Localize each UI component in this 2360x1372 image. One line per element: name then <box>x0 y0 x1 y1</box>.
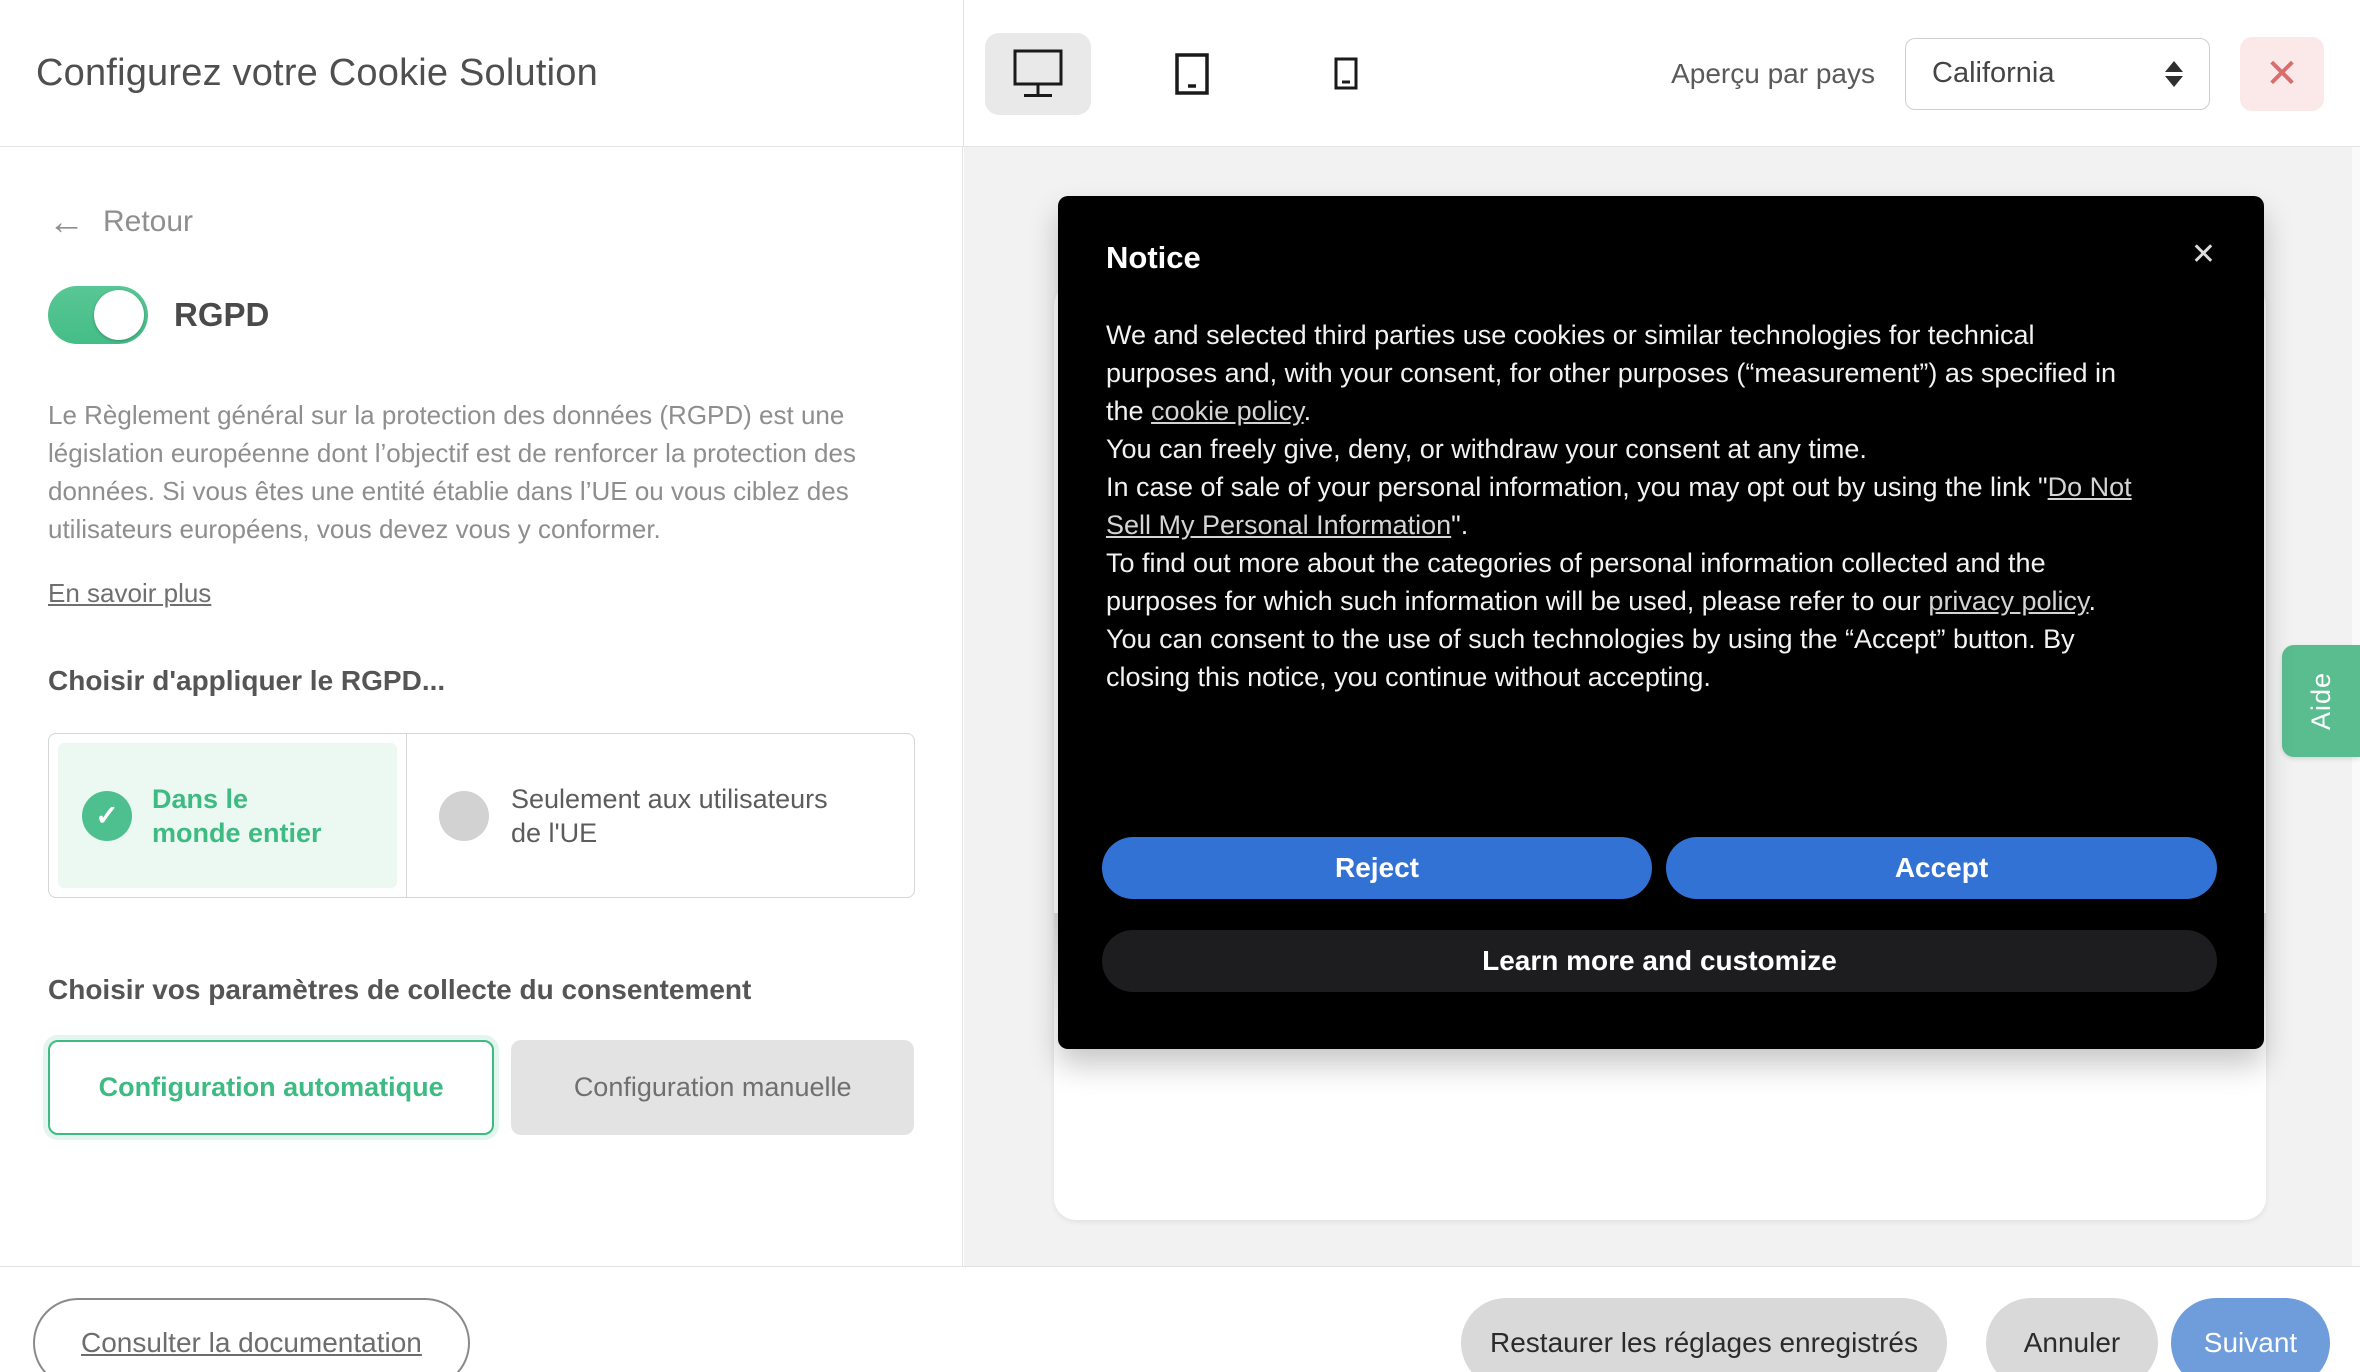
consent-settings-heading: Choisir vos paramètres de collecte du co… <box>48 974 914 1006</box>
next-button[interactable]: Suivant <box>2171 1298 2330 1372</box>
preview-by-country-label: Aperçu par pays <box>1671 58 1875 90</box>
header: Configurez votre Cookie Solution <box>0 0 2360 147</box>
apply-gdpr-heading: Choisir d'appliquer le RGPD... <box>48 665 914 697</box>
learn-more-customize-button[interactable]: Learn more and customize <box>1102 930 2217 992</box>
learn-more-link[interactable]: En savoir plus <box>48 578 211 609</box>
page-title: Configurez votre Cookie Solution <box>36 0 598 147</box>
reject-button[interactable]: Reject <box>1102 837 1652 899</box>
desktop-icon <box>1007 48 1069 100</box>
notice-body: We and selected third parties use cookie… <box>1106 316 2136 696</box>
gdpr-toggle-label: RGPD <box>174 296 269 334</box>
cookie-notice: Notice ✕ We and selected third parties u… <box>1058 196 2264 1049</box>
notice-link[interactable]: privacy policy <box>1928 586 2088 616</box>
help-tab[interactable]: Aide <box>2282 645 2360 757</box>
footer-bar: Consulter la documentation Restaurer les… <box>0 1266 2360 1372</box>
radio-circle-icon <box>439 791 489 841</box>
option-worldwide-inner: ✓ Dans le monde entier <box>58 743 397 888</box>
footer-actions: Restaurer les réglages enregistrés Annul… <box>1461 1298 2330 1372</box>
gdpr-scope-options: ✓ Dans le monde entier Seulement aux uti… <box>48 733 915 898</box>
header-controls: Aperçu par pays California ✕ <box>1671 0 2324 147</box>
header-divider <box>963 0 964 147</box>
device-desktop-button[interactable] <box>985 33 1091 115</box>
notice-header: Notice ✕ <box>1106 240 2216 276</box>
consult-documentation-label: Consulter la documentation <box>81 1327 422 1359</box>
notice-close-icon[interactable]: ✕ <box>2191 240 2216 270</box>
gdpr-description: Le Règlement général sur la protection d… <box>48 396 896 548</box>
settings-panel: ← Retour RGPD Le Règlement général sur l… <box>0 147 963 1266</box>
preview-area: Notice ✕ We and selected third parties u… <box>964 147 2360 1266</box>
close-configurator-button[interactable]: ✕ <box>2240 37 2324 111</box>
manual-configuration-button[interactable]: Configuration manuelle <box>511 1040 914 1135</box>
consult-documentation-button[interactable]: Consulter la documentation <box>33 1298 470 1372</box>
accept-button[interactable]: Accept <box>1666 837 2217 899</box>
help-tab-label: Aide <box>2306 672 2337 730</box>
device-mobile-button[interactable] <box>1293 33 1399 115</box>
option-eu-only-label: Seulement aux utilisateurs de l'UE <box>511 782 851 850</box>
mobile-icon <box>1334 57 1358 90</box>
gdpr-toggle[interactable] <box>48 286 148 344</box>
auto-configuration-button[interactable]: Configuration automatique <box>48 1040 494 1135</box>
country-select-value: California <box>1932 57 2055 90</box>
back-label: Retour <box>103 205 193 239</box>
option-worldwide[interactable]: ✓ Dans le monde entier <box>49 734 407 897</box>
check-circle-icon: ✓ <box>82 791 132 841</box>
cookie-solution-configurator: Configurez votre Cookie Solution <box>0 0 2360 1372</box>
gdpr-toggle-row: RGPD <box>48 286 914 344</box>
back-arrow-icon: ← <box>48 203 85 240</box>
tablet-icon <box>1175 53 1209 95</box>
notice-title: Notice <box>1106 240 1201 276</box>
country-select[interactable]: California <box>1905 38 2210 110</box>
notice-link[interactable]: cookie policy <box>1151 396 1304 426</box>
option-eu-only[interactable]: Seulement aux utilisateurs de l'UE <box>407 734 914 897</box>
restore-settings-button[interactable]: Restaurer les réglages enregistrés <box>1461 1298 1947 1372</box>
device-preview-switcher <box>985 0 1399 147</box>
device-tablet-button[interactable] <box>1139 33 1245 115</box>
cancel-button[interactable]: Annuler <box>1986 1298 2158 1372</box>
consent-config-options: Configuration automatique Configuration … <box>48 1040 914 1135</box>
select-arrows-icon <box>2165 61 2183 87</box>
option-worldwide-label: Dans le monde entier <box>152 782 332 850</box>
close-icon: ✕ <box>2265 54 2299 94</box>
back-link[interactable]: ← Retour <box>48 203 193 240</box>
toggle-knob <box>94 290 144 340</box>
